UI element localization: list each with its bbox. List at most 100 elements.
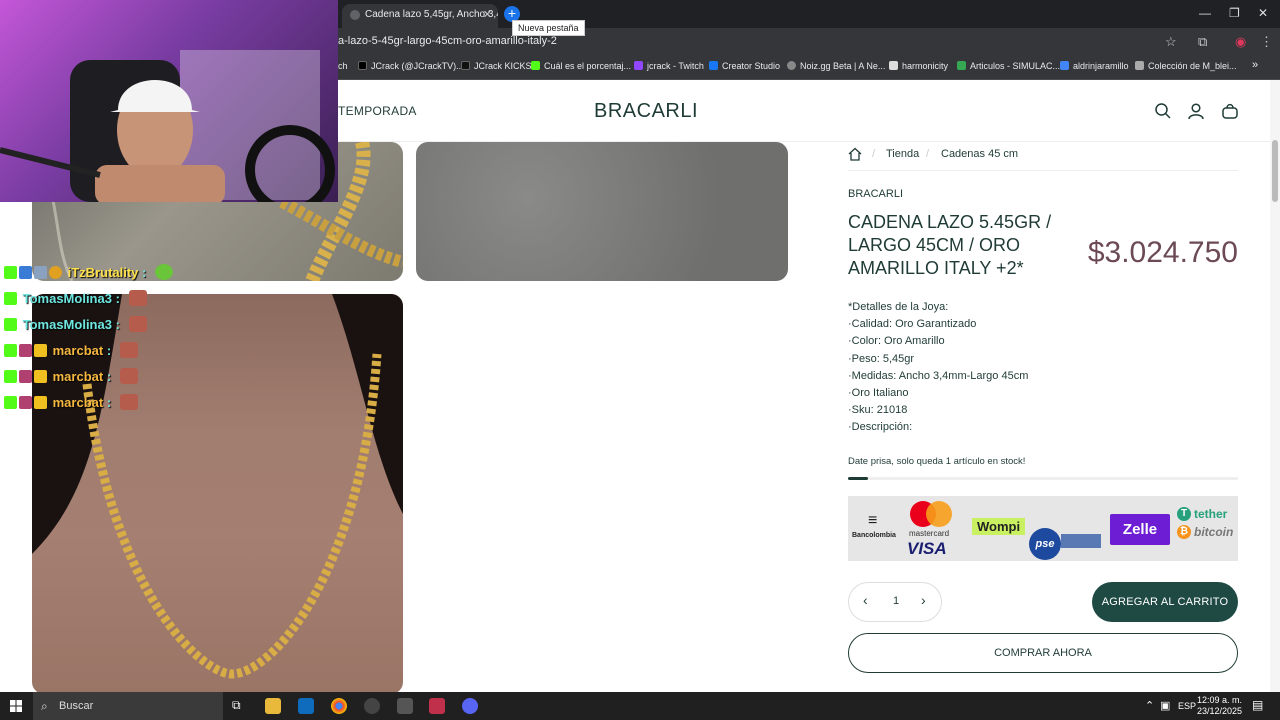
detail-line: ·Descripción: <box>848 421 913 434</box>
menu-icon[interactable]: ⋮ <box>1260 34 1273 50</box>
bookmark-item[interactable]: Articulos - SIMULAC... <box>957 61 1060 71</box>
bookmark-item[interactable]: Creator Studio <box>709 61 780 71</box>
bitcoin-icon: ₿ <box>1177 525 1191 539</box>
breadcrumb-category[interactable]: Cadenas 45 cm <box>941 148 1018 160</box>
add-to-cart-button[interactable]: AGREGAR AL CARRITO <box>1092 582 1238 622</box>
pse-label: pse <box>1029 528 1061 560</box>
bancolombia-icon: ≡ <box>868 512 878 529</box>
facebook-icon <box>709 61 718 70</box>
kick-badge-icon <box>4 266 17 279</box>
payment-methods-banner: ≡ Bancolombia mastercard VISA Wompi pse … <box>848 496 1238 561</box>
bookmark-item[interactable]: jcrack - Twitch <box>634 61 704 71</box>
coin-badge-icon <box>49 266 62 279</box>
chat-username: marcbat <box>52 369 104 384</box>
taskbar-search[interactable]: ⌕ Buscar <box>33 692 223 720</box>
stock-progress-fill <box>848 477 868 480</box>
monitor-icon[interactable]: ▣ <box>1160 699 1170 712</box>
app-icon[interactable] <box>429 698 445 714</box>
discord-icon[interactable] <box>462 698 478 714</box>
extensions-icon[interactable]: ⧉ <box>1198 34 1207 50</box>
detail-line: ·Peso: 5,45gr <box>848 352 915 365</box>
chat-message: iTzBrutality : <box>4 264 173 290</box>
bookmark-item[interactable]: harmonicity <box>889 61 948 71</box>
scrollbar-thumb[interactable] <box>1272 140 1278 202</box>
chat-username: TomasMolina3 <box>22 317 112 332</box>
bookmark-item[interactable]: Noiz.gg Beta | A Ne... <box>787 61 885 71</box>
emote-icon <box>154 264 173 280</box>
visa-label: VISA <box>907 539 947 558</box>
file-explorer-icon[interactable] <box>265 698 281 714</box>
bookmark-item[interactable]: JCrack (@JCrackTV)... <box>358 61 464 71</box>
windows-taskbar: ⌕ Buscar ⧉ ⌃ ▣ ESP 12:09 a. m. 23/12/202… <box>0 692 1280 720</box>
gift-badge-icon <box>34 266 47 279</box>
tether-label: tether <box>1194 507 1228 521</box>
folder-icon <box>1135 61 1144 70</box>
subscriber-badge-icon <box>19 396 32 409</box>
bookmark-item[interactable]: ch <box>338 61 348 71</box>
clock-time: 12:09 a. m. <box>1196 695 1242 705</box>
quantity-increase-button[interactable]: › <box>921 592 926 608</box>
kick-badge-icon <box>4 344 17 357</box>
emote-icon <box>119 342 138 358</box>
system-clock[interactable]: 12:09 a. m. 23/12/2025 <box>1197 695 1242 717</box>
bookmark-item[interactable]: Cuál es el porcentaj... <box>531 61 631 71</box>
chat-message: marcbat : <box>4 342 173 368</box>
windows-start-icon[interactable] <box>10 700 22 712</box>
detail-line: ·Calidad: Oro Garantizado <box>848 318 977 331</box>
detail-line: ·Color: Oro Amarillo <box>848 335 945 348</box>
breadcrumb-shop[interactable]: Tienda <box>886 148 919 160</box>
cart-icon[interactable] <box>1221 102 1239 120</box>
bookmark-item[interactable]: Colección de M_blei... <box>1135 61 1237 71</box>
quantity-value[interactable]: 1 <box>893 595 899 607</box>
chat-username: TomasMolina3 <box>22 291 112 306</box>
chat-message: TomasMolina3 : <box>4 316 173 342</box>
taskbar-search-label: Buscar <box>59 700 94 712</box>
maximize-icon[interactable]: ❐ <box>1229 6 1240 20</box>
close-window-icon[interactable]: ✕ <box>1258 6 1268 20</box>
buy-now-button[interactable]: COMPRAR AHORA <box>848 633 1238 673</box>
kick-badge-icon <box>4 396 17 409</box>
subscriber-badge-icon <box>19 370 32 383</box>
quantity-decrease-button[interactable]: ‹ <box>863 592 868 608</box>
kick-badge-icon <box>4 370 17 383</box>
drive-icon <box>957 61 966 70</box>
bookmark-item[interactable]: JCrack KICKS <box>461 61 532 71</box>
doc-icon <box>1060 61 1069 70</box>
product-details: *Detalles de la Joya: ·Calidad: Oro Gara… <box>848 299 1028 437</box>
kick-icon <box>461 61 470 70</box>
wompi-label: Wompi <box>972 518 1026 535</box>
language-indicator[interactable]: ESP <box>1178 701 1196 711</box>
search-icon[interactable] <box>1154 102 1172 120</box>
nav-temporada[interactable]: TEMPORADA <box>338 104 417 118</box>
task-view-icon[interactable]: ⧉ <box>232 698 248 714</box>
chrome-icon[interactable] <box>331 698 347 714</box>
detail-line: ·Sku: 21018 <box>848 404 908 417</box>
app-icon[interactable] <box>364 698 380 714</box>
bookmark-item[interactable]: aldrinjaramillo <box>1060 61 1129 71</box>
tab-close-icon[interactable]: ✕ <box>483 4 492 26</box>
page-scrollbar[interactable] <box>1270 80 1280 692</box>
x-icon <box>358 61 367 70</box>
tray-expand-icon[interactable]: ⌃ <box>1145 699 1154 712</box>
home-icon[interactable] <box>848 147 862 161</box>
url-field[interactable]: a-lazo-5-45gr-largo-45cm-oro-amarillo-it… <box>338 35 557 47</box>
crown-badge-icon <box>34 344 47 357</box>
more-bookmarks-icon[interactable]: » <box>1252 59 1258 71</box>
twitch-icon <box>634 61 643 70</box>
search-icon: ⌕ <box>41 699 48 713</box>
product-vendor[interactable]: BRACARLI <box>848 188 903 200</box>
bancolombia-label: Bancolombia <box>852 532 896 539</box>
harmonicity-icon <box>889 61 898 70</box>
keyboard-app-icon[interactable] <box>397 698 413 714</box>
brand-logo[interactable]: BRACARLI <box>594 100 698 123</box>
browser-tab[interactable]: Cadena lazo 5,45gr, Ancho 3,4 ✕ <box>342 4 498 28</box>
outlook-icon[interactable] <box>298 698 314 714</box>
detail-line: ·Medidas: Ancho 3,4mm-Largo 45cm <box>848 369 1029 382</box>
chat-username: marcbat <box>52 395 104 410</box>
bookmark-star-icon[interactable]: ☆ <box>1165 34 1177 50</box>
profile-icon[interactable]: ◉ <box>1235 34 1246 50</box>
product-image-texture[interactable] <box>416 142 788 281</box>
notifications-icon[interactable]: ▤ <box>1252 698 1263 712</box>
account-icon[interactable] <box>1187 102 1205 120</box>
minimize-icon[interactable]: — <box>1199 6 1211 20</box>
